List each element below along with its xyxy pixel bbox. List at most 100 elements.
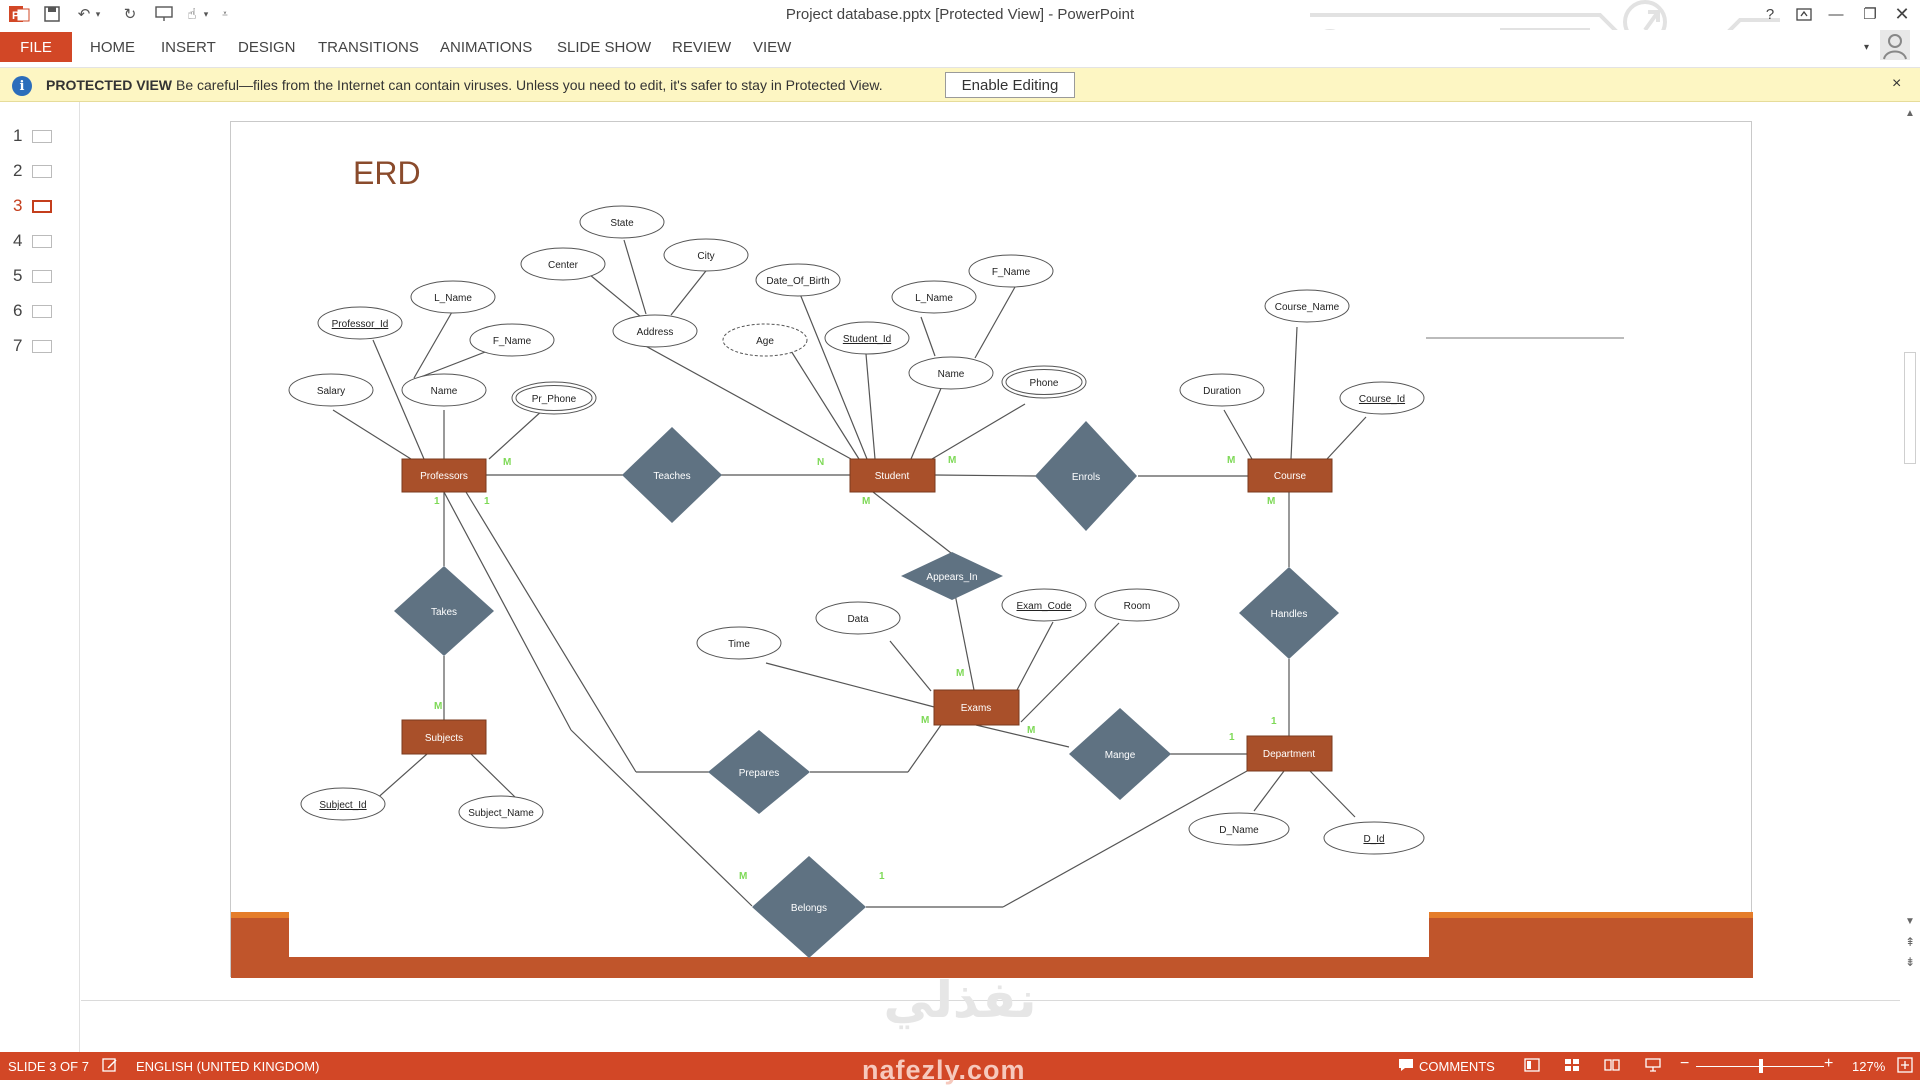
attribute-subject-name[interactable]: Subject_Name	[458, 795, 544, 829]
svg-text:City: City	[697, 251, 714, 262]
attribute-student-f-name[interactable]: F_Name	[968, 254, 1054, 288]
close-protected-view-icon[interactable]: ×	[1892, 75, 1901, 93]
tab-animations[interactable]: ANIMATIONS	[440, 32, 532, 62]
slide-thumbnail[interactable]: 7	[0, 330, 80, 360]
slide-title[interactable]: ERD	[353, 155, 421, 191]
attribute-duration[interactable]: Duration	[1179, 373, 1265, 407]
entity-student[interactable]: Student	[849, 458, 936, 493]
attribute-city[interactable]: City	[663, 238, 749, 272]
close-icon[interactable]: ✕	[1888, 2, 1916, 26]
svg-text:Salary: Salary	[317, 386, 345, 397]
minimize-icon[interactable]: —	[1822, 2, 1850, 26]
svg-text:Time: Time	[728, 639, 750, 650]
protected-view-message: Be careful—files from the Internet can c…	[176, 77, 883, 93]
entity-exams[interactable]: Exams	[933, 689, 1020, 726]
tab-transitions[interactable]: TRANSITIONS	[318, 32, 419, 62]
help-icon[interactable]: ?	[1756, 2, 1784, 26]
zoom-level[interactable]: 127%	[1852, 1059, 1885, 1074]
attribute-student-l-name[interactable]: L_Name	[891, 280, 977, 314]
fit-slide-icon[interactable]	[1897, 1057, 1913, 1076]
attribute-student-id[interactable]: Student_Id	[824, 321, 910, 355]
notes-icon[interactable]	[102, 1057, 118, 1076]
ribbon-display-icon[interactable]	[1790, 2, 1818, 26]
ribbon-options-icon[interactable]: ▾	[1864, 32, 1869, 62]
slide-thumbnail[interactable]: 5	[0, 260, 80, 290]
attribute-exam-code[interactable]: Exam_Code	[1001, 588, 1087, 622]
attribute-salary[interactable]: Salary	[288, 373, 374, 407]
user-account-icon[interactable]	[1880, 30, 1910, 60]
zoom-slider-thumb[interactable]	[1759, 1059, 1763, 1073]
thumbnail-image	[32, 235, 52, 248]
slide-canvas[interactable]: ERD M 1 1 N M M M M M M M M 1 1 M 1 Teac…	[230, 121, 1753, 978]
restore-icon[interactable]: ❐	[1856, 2, 1884, 26]
comments-button[interactable]: COMMENTS	[1419, 1059, 1495, 1074]
attribute-center[interactable]: Center	[520, 247, 606, 281]
slide-thumbnail[interactable]: 6	[0, 295, 80, 325]
svg-text:Student_Id: Student_Id	[843, 334, 891, 345]
attribute-data[interactable]: Data	[815, 601, 901, 635]
slideshow-view-icon[interactable]	[1645, 1057, 1661, 1076]
attribute-address[interactable]: Address	[612, 314, 698, 348]
attribute-d-name[interactable]: D_Name	[1188, 812, 1290, 846]
vertical-scrollbar[interactable]: ▲ ▼ ⇞ ⇟	[1900, 102, 1920, 1052]
entity-professors[interactable]: Professors	[401, 458, 487, 493]
attribute-professor-id[interactable]: Professor_Id	[317, 306, 403, 340]
svg-text:Takes: Takes	[431, 607, 457, 618]
scrollbar-thumb[interactable]	[1904, 352, 1916, 464]
tab-insert[interactable]: INSERT	[161, 32, 216, 62]
normal-view-icon[interactable]	[1524, 1057, 1540, 1076]
relationship-takes[interactable]: Takes	[394, 566, 494, 656]
svg-text:Duration: Duration	[1203, 386, 1241, 397]
next-slide-icon[interactable]: ⇟	[1903, 955, 1917, 969]
attribute-professor-l-name[interactable]: L_Name	[410, 280, 496, 314]
attribute-professor-f-name[interactable]: F_Name	[469, 323, 555, 357]
slide-thumbnail[interactable]: 1	[0, 120, 80, 150]
tab-view[interactable]: VIEW	[753, 32, 791, 62]
tab-design[interactable]: DESIGN	[238, 32, 296, 62]
attribute-student-name[interactable]: Name	[908, 356, 994, 390]
svg-text:Teaches: Teaches	[653, 471, 690, 482]
comments-icon[interactable]	[1398, 1057, 1414, 1076]
tab-review[interactable]: REVIEW	[672, 32, 731, 62]
previous-slide-icon[interactable]: ⇞	[1903, 935, 1917, 949]
attribute-state[interactable]: State	[579, 205, 665, 239]
attribute-room[interactable]: Room	[1094, 588, 1180, 622]
slide-thumbnail-active[interactable]: 3	[0, 190, 80, 220]
relationship-enrols[interactable]: Enrols	[1035, 421, 1137, 531]
entity-course[interactable]: Course	[1247, 458, 1333, 493]
scroll-up-icon[interactable]: ▲	[1903, 106, 1917, 120]
relationship-teaches[interactable]: Teaches	[622, 427, 722, 523]
cardinality-label: M	[503, 457, 511, 468]
zoom-out-icon[interactable]: −	[1680, 1055, 1689, 1073]
relationship-prepares[interactable]: Prepares	[708, 730, 810, 814]
entity-department[interactable]: Department	[1246, 735, 1333, 772]
attribute-d-id[interactable]: D_Id	[1323, 821, 1425, 855]
entity-subjects[interactable]: Subjects	[401, 719, 487, 755]
attribute-pr-phone[interactable]: Pr_Phone	[511, 381, 597, 415]
attribute-age[interactable]: Age	[722, 323, 808, 357]
slide-sorter-icon[interactable]	[1564, 1057, 1580, 1076]
attribute-subject-id[interactable]: Subject_Id	[300, 787, 386, 821]
attribute-professor-name[interactable]: Name	[401, 373, 487, 407]
tab-file[interactable]: FILE	[0, 32, 72, 62]
enable-editing-button[interactable]: Enable Editing	[945, 72, 1075, 98]
language-indicator[interactable]: ENGLISH (UNITED KINGDOM)	[136, 1059, 319, 1074]
attribute-course-name[interactable]: Course_Name	[1264, 289, 1350, 323]
tab-home[interactable]: HOME	[90, 32, 135, 62]
attribute-time[interactable]: Time	[696, 626, 782, 660]
title-bar: P ↶ ▾ ↻ ☝ ▾ ⩡ Project database.pptx [Pro…	[0, 0, 1920, 62]
attribute-course-id[interactable]: Course_Id	[1339, 381, 1425, 415]
attribute-phone[interactable]: Phone	[1001, 365, 1087, 399]
attribute-date-of-birth[interactable]: Date_Of_Birth	[755, 263, 841, 297]
relationship-mange[interactable]: Mange	[1069, 708, 1171, 800]
zoom-in-icon[interactable]: +	[1824, 1055, 1833, 1073]
relationship-appears-in[interactable]: Appears_In	[901, 552, 1003, 600]
relationship-handles[interactable]: Handles	[1239, 567, 1339, 659]
slide-thumbnail[interactable]: 4	[0, 225, 80, 255]
svg-text:Professors: Professors	[420, 471, 468, 482]
tab-slide-show[interactable]: SLIDE SHOW	[557, 32, 651, 62]
scroll-down-icon[interactable]: ▼	[1903, 914, 1917, 928]
slide-indicator[interactable]: SLIDE 3 OF 7	[8, 1059, 89, 1074]
reading-view-icon[interactable]	[1604, 1057, 1620, 1076]
slide-thumbnail[interactable]: 2	[0, 155, 80, 185]
